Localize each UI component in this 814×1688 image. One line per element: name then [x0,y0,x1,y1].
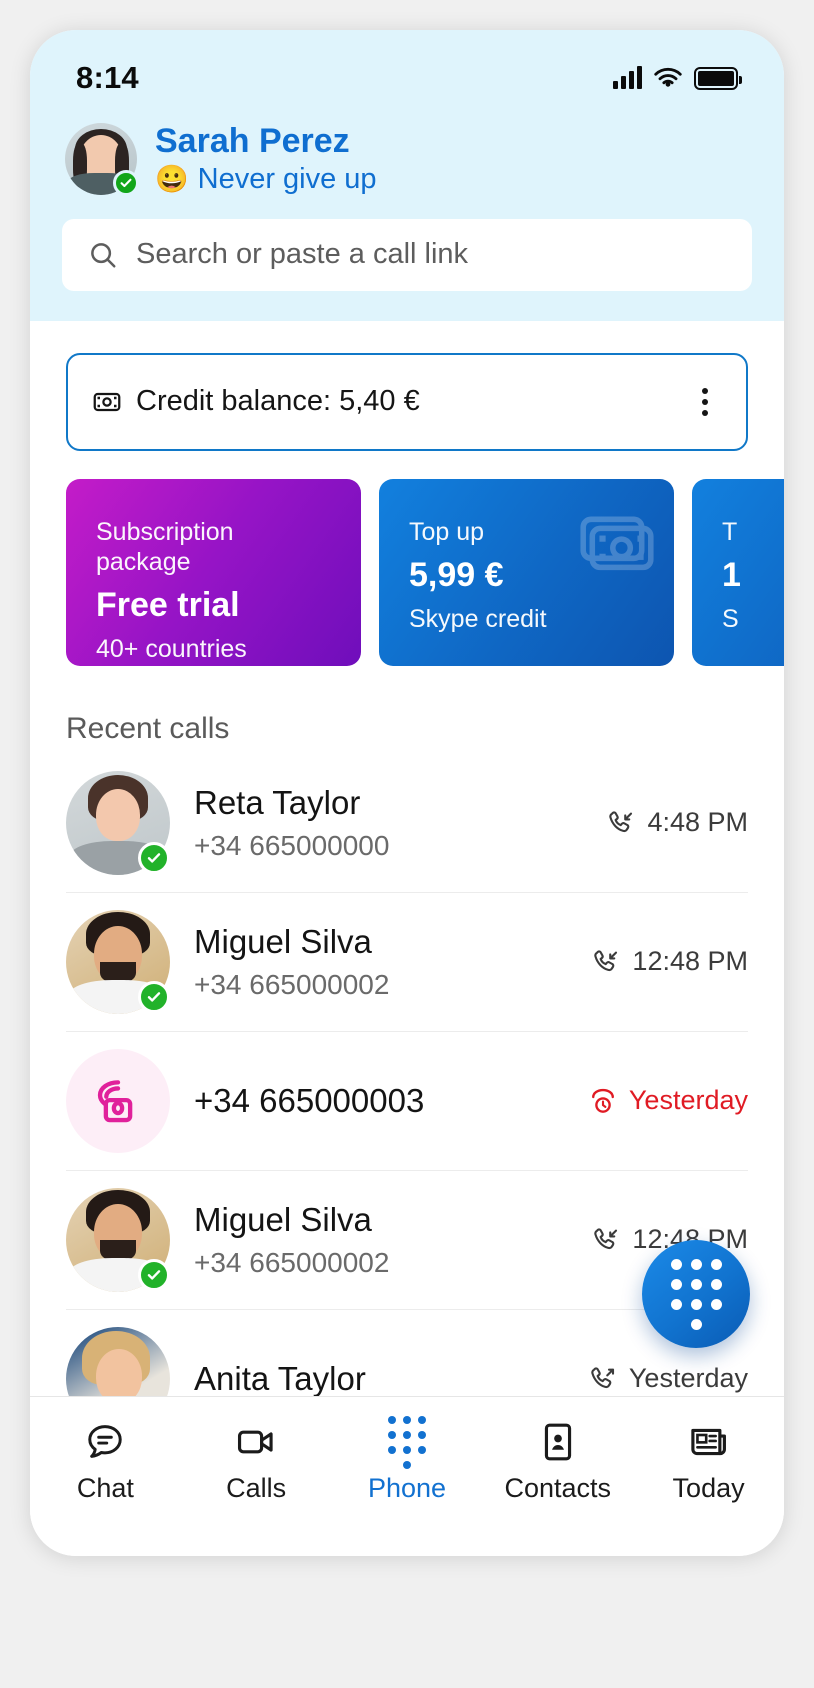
call-missed-icon [591,1088,614,1113]
promo-title: Free trial [96,585,240,624]
presence-badge-available [138,1258,170,1291]
wifi-icon [654,67,682,87]
profile-row[interactable]: Sarah Perez 😀 Never give up [62,122,752,197]
promo-sub: 40+ countries [96,634,247,663]
table-row[interactable]: Reta Taylor +34 665000000 4:48 PM [66,754,748,892]
keypad-icon [387,1415,426,1469]
call-time: 4:48 PM [647,807,748,838]
chat-bubble-icon [88,1425,123,1458]
call-info: Miguel Silva +34 665000002 [194,921,567,1002]
contact-card-icon [544,1423,571,1461]
contact-name: Reta Taylor [194,784,361,822]
presence-badge-available [138,841,170,874]
presence-badge-available [113,170,139,197]
phone-screen: 8:14 Sarah Perez 😀 Never give up Search … [30,30,784,1556]
avatar[interactable] [65,123,139,197]
promo-sub: Skype credit [409,604,547,633]
tab-calls[interactable]: Calls [181,1421,331,1504]
tab-phone[interactable]: Phone [332,1415,482,1504]
call-meta: Yesterday [588,1363,748,1394]
credit-balance-left: Credit balance: 5,40 € [92,385,420,418]
promo-title: 1 [722,555,741,594]
tab-label: Contacts [504,1473,612,1503]
contact-number: +34 665000002 [194,1247,390,1279]
dialpad-fab[interactable] [642,1240,750,1348]
tab-label: Chat [76,1473,134,1503]
profile-mood: 😀 Never give up [155,162,377,197]
call-outgoing-icon [591,1367,614,1388]
call-info: Miguel Silva +34 665000002 [194,1199,567,1280]
call-incoming-icon [594,1228,618,1249]
contact-number: +34 665000002 [194,969,390,1001]
profile-text: Sarah Perez 😀 Never give up [155,122,377,197]
promo-sub: S [722,604,739,633]
call-incoming-icon [594,950,618,971]
call-incoming-icon [609,811,633,832]
more-vertical-icon[interactable] [692,380,718,424]
cellular-signal-icon [613,66,642,89]
promo-carousel[interactable]: Subscription package Free trial 40+ coun… [30,478,784,666]
call-info: Anita Taylor [194,1358,564,1400]
search-icon [91,243,116,268]
credit-balance-card[interactable]: Credit balance: 5,40 € [66,352,748,451]
dial-phone-icon [66,1048,170,1153]
contact-name: Anita Taylor [194,1359,366,1397]
search-bar[interactable] [62,218,752,291]
avatar[interactable] [66,770,170,875]
call-info: +34 665000003 [194,1080,564,1122]
call-info: Reta Taylor +34 665000000 [194,782,582,863]
news-icon [690,1428,726,1456]
tab-chat[interactable]: Chat [30,1421,180,1504]
search-input[interactable] [136,238,726,272]
promo-kicker: T [722,517,738,546]
status-time: 8:14 [76,60,139,95]
call-time: Yesterday [628,1363,748,1394]
avatar[interactable] [66,1187,170,1292]
status-indicators [613,66,742,90]
tab-label: Calls [226,1473,287,1503]
bottom-navigation: Chat Calls Phone Contacts Today [30,1396,784,1556]
video-camera-icon [238,1430,273,1454]
profile-name: Sarah Perez [155,122,350,160]
call-time: 12:48 PM [632,946,748,977]
promo-card-topup[interactable]: Top up 5,99 € Skype credit [379,478,674,666]
table-row[interactable]: Miguel Silva +34 665000002 12:48 PM [66,893,748,1031]
call-meta: 4:48 PM [606,807,748,838]
call-meta: Yesterday [588,1085,748,1116]
profile-header: Sarah Perez 😀 Never give up [30,108,784,321]
tab-today[interactable]: Today [634,1421,784,1504]
mood-emoji: 😀 [155,164,189,195]
contact-number: +34 665000000 [194,830,390,862]
contact-name: +34 665000003 [194,1081,425,1119]
promo-kicker: Top up [409,517,485,546]
promo-card-partial[interactable]: T 1 S [692,478,784,666]
presence-badge-available [138,980,170,1013]
tab-label: Phone [367,1473,447,1503]
banknote-icon [93,392,121,412]
tab-contacts[interactable]: Contacts [483,1421,633,1504]
status-bar: 8:14 [30,30,784,108]
call-meta: 12:48 PM [591,946,748,977]
battery-full-icon [694,66,742,90]
tab-label: Today [672,1473,745,1503]
promo-card-subscription[interactable]: Subscription package Free trial 40+ coun… [66,478,361,666]
page-title: Recent calls [66,711,230,745]
avatar[interactable] [66,909,170,1014]
promo-kicker: Subscription package [96,517,234,576]
contact-name: Miguel Silva [194,923,372,961]
mood-text: Never give up [197,163,377,196]
table-row[interactable]: +34 665000003 Yesterday [66,1032,748,1170]
avatar[interactable] [66,1048,170,1153]
call-time: Yesterday [628,1085,748,1116]
contact-name: Miguel Silva [194,1201,372,1239]
credit-balance-label: Credit balance: 5,40 € [136,385,420,418]
keypad-icon [670,1258,722,1330]
recent-calls-list: Reta Taylor +34 665000000 4:48 PM Miguel… [30,754,784,1448]
